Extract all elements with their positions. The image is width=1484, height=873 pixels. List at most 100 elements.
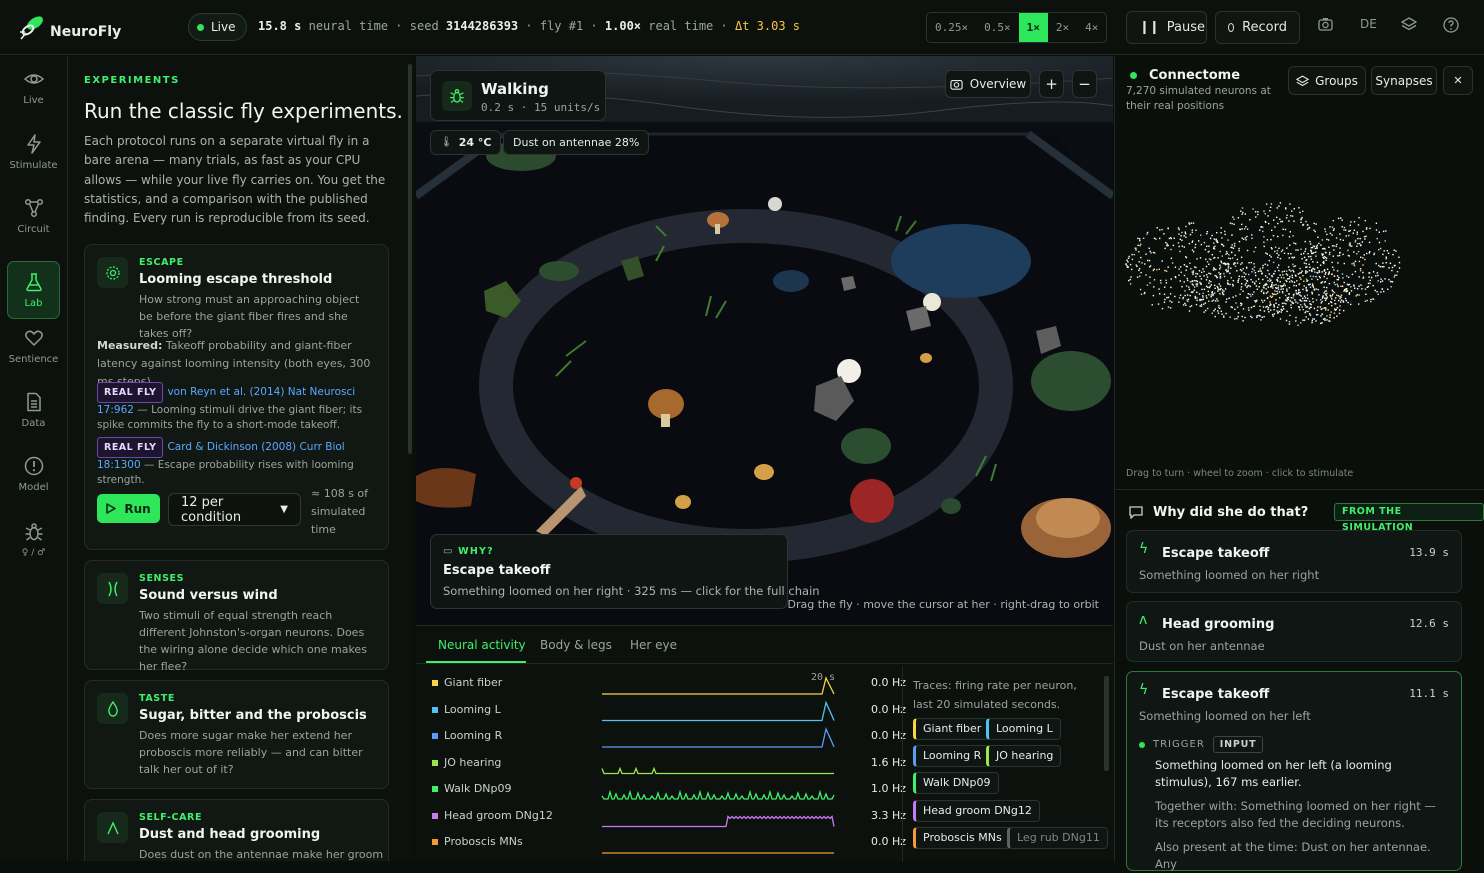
logo[interactable]: NeuroFly [18, 12, 121, 42]
neuron-point [1199, 298, 1201, 301]
neuron-point [1298, 283, 1300, 286]
neuron-point [1208, 258, 1211, 260]
nav-circuit[interactable]: Circuit [7, 187, 60, 245]
neuron-point [1242, 290, 1244, 292]
why-card[interactable]: ▭ WHY? Escape takeoff Something loomed o… [430, 534, 820, 609]
zoom-in-button[interactable]: + [1039, 70, 1064, 98]
legend-chip[interactable]: Looming R [913, 745, 990, 767]
neuron-point [1385, 230, 1387, 232]
neuron-point [1332, 229, 1335, 231]
neuron-point [1262, 278, 1264, 281]
synapses-button[interactable]: Synapses [1371, 66, 1437, 95]
neuron-point [1336, 270, 1339, 272]
neuron-point [1163, 233, 1165, 235]
experiment-card-grooming[interactable]: SELF-CARE Dust and head grooming Does du… [84, 799, 389, 861]
tab-body-legs[interactable]: Body & legs [540, 638, 612, 652]
speed-option[interactable]: 2× [1048, 13, 1077, 42]
neuron-point [1271, 295, 1274, 298]
nav-sentience[interactable]: Sentience [7, 317, 60, 375]
nav-sex-toggle[interactable]: ♀ / ♂ [7, 511, 60, 569]
neuron-point [1261, 316, 1263, 318]
neuron-point [1352, 232, 1354, 234]
neuron-point [1263, 241, 1265, 243]
neuron-point [1291, 302, 1294, 304]
help-icon[interactable] [1443, 17, 1459, 37]
close-button[interactable]: ✕ [1443, 66, 1473, 95]
legend-chip[interactable]: Giant fiber [913, 718, 990, 740]
neuron-point [1247, 307, 1250, 309]
tab-neural-activity[interactable]: Neural activity [438, 638, 526, 652]
speed-option[interactable]: 0.5× [976, 13, 1019, 42]
pause-button[interactable]: ❙❙ Pause [1126, 11, 1207, 44]
neuron-point [1216, 232, 1218, 234]
bottom-scrollbar[interactable] [1104, 676, 1109, 771]
tab-her-eye[interactable]: Her eye [630, 638, 677, 652]
live-indicator[interactable]: Live [188, 13, 247, 41]
speed-option-active[interactable]: 1× [1018, 13, 1048, 42]
behavior-mode-sub: 0.2 s · 15 units/s [481, 101, 601, 114]
neuron-point [1274, 246, 1277, 248]
neuron-point [1219, 277, 1222, 279]
camera-icon[interactable] [1318, 17, 1333, 35]
neuron-point [1203, 288, 1206, 290]
neuron-point [1366, 227, 1368, 229]
legend-chip[interactable]: Looming L [986, 718, 1061, 740]
neuron-point [1364, 300, 1367, 302]
neuron-point [1276, 249, 1279, 252]
neuron-point [1259, 282, 1261, 284]
neuron-point [1295, 249, 1297, 251]
legend-chip[interactable]: Head groom DNg12 [913, 800, 1040, 822]
neuron-point [1395, 250, 1397, 252]
nav-live[interactable]: Live [7, 58, 60, 116]
neuron-point [1317, 288, 1319, 291]
run-button[interactable]: Run [97, 494, 160, 523]
event-card[interactable]: ʌ Head grooming 12.6 s Dust on her anten… [1126, 601, 1462, 662]
neuron-point [1303, 303, 1306, 305]
neuron-point [1256, 316, 1258, 318]
lab-scrollbar[interactable] [408, 64, 412, 454]
neuron-point [1389, 262, 1392, 264]
event-card-expanded[interactable]: ϟ Escape takeoff 11.1 s Something loomed… [1126, 671, 1462, 871]
why-label: ▭ WHY? [443, 546, 494, 557]
legend-chip[interactable]: Leg rub DNg11 [1007, 827, 1108, 849]
neuron-point [1308, 300, 1311, 302]
legend-chip[interactable]: Proboscis MNs [913, 827, 1010, 849]
neuron-point [1342, 277, 1344, 279]
speed-option[interactable]: 0.25× [927, 13, 976, 42]
neuron-point [1289, 231, 1291, 233]
nav-data[interactable]: Data [7, 381, 60, 439]
neuron-point [1226, 263, 1228, 265]
experiment-card-taste[interactable]: TASTE Sugar, bitter and the proboscis Do… [84, 680, 389, 789]
neuron-point [1126, 266, 1129, 268]
event-card[interactable]: ϟ Escape takeoff 13.9 s Something loomed… [1126, 530, 1462, 593]
groups-button[interactable]: Groups [1288, 66, 1366, 95]
speed-option[interactable]: 4× [1077, 13, 1106, 42]
experiment-card-looming[interactable]: ESCAPE Looming escape threshold How stro… [84, 244, 389, 550]
neuron-point [1237, 279, 1239, 282]
layers-icon[interactable] [1400, 17, 1418, 35]
neuron-point [1365, 293, 1367, 295]
nav-model[interactable]: Model [7, 445, 60, 503]
zoom-out-button[interactable]: − [1072, 70, 1097, 98]
legend-chip[interactable]: JO hearing [986, 745, 1062, 767]
language-toggle[interactable]: DE [1360, 17, 1377, 31]
nav-lab[interactable]: Lab [7, 261, 60, 319]
trials-select[interactable]: 12 per condition ▼ [168, 493, 301, 526]
neuron-point [1142, 237, 1145, 239]
arena-viewport[interactable]: Walking 0.2 s · 15 units/s 🌡︎ 24 °C Dust… [416, 56, 1113, 624]
experiment-card-sound-wind[interactable]: SENSES Sound versus wind Two stimuli of … [84, 560, 389, 673]
neuron-point [1191, 231, 1193, 233]
record-button[interactable]: Record [1215, 11, 1300, 44]
connectome-3d-view[interactable] [1120, 196, 1420, 356]
neuron-point [1347, 276, 1350, 278]
neuron-point [1251, 271, 1253, 273]
neuron-point [1324, 297, 1326, 299]
neuron-point [1270, 256, 1272, 258]
overview-button[interactable]: Overview [945, 70, 1031, 98]
neuron-point [1250, 261, 1252, 264]
neuron-point [1178, 301, 1180, 303]
legend-chip[interactable]: Walk DNp09 [913, 772, 999, 794]
neuron-point [1169, 293, 1172, 295]
nav-stimulate[interactable]: Stimulate [7, 123, 60, 181]
neuron-point [1317, 306, 1319, 308]
